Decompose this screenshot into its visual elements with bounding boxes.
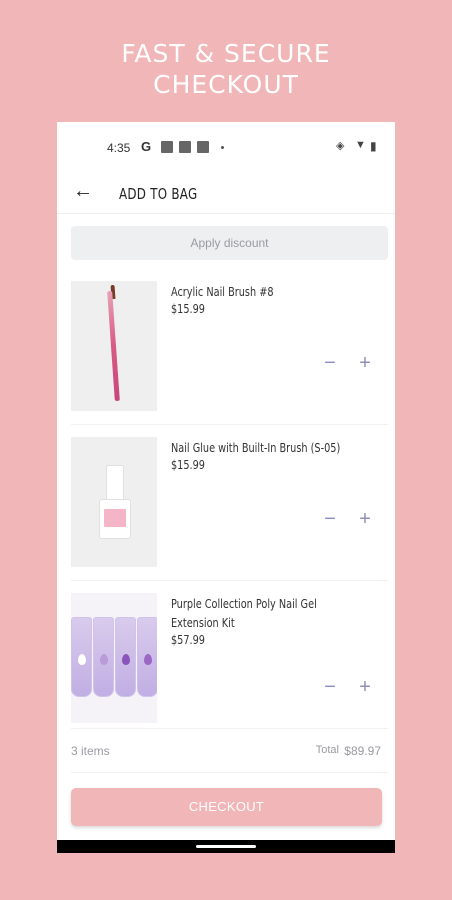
notification-icon (179, 141, 191, 153)
cart-item: Purple Collection Poly Nail Gel Extensio… (71, 593, 388, 723)
product-price: $15.99 (171, 302, 205, 316)
apply-discount-button[interactable]: Apply discount (71, 226, 388, 260)
promo-headline: FAST & SECURE CHECKOUT (0, 38, 452, 100)
promo-line-2: CHECKOUT (153, 70, 299, 99)
more-notifications-dot-icon (221, 146, 224, 149)
product-name: Nail Glue with Built-In Brush (S-05) (171, 441, 341, 455)
checkout-button[interactable]: CHECKOUT (71, 788, 382, 826)
tube-shape (71, 617, 92, 697)
divider (71, 580, 388, 581)
divider (71, 728, 388, 729)
item-count: 3 items (71, 744, 110, 758)
page-title: ADD TO BAG (119, 185, 198, 203)
plus-icon[interactable]: + (356, 353, 374, 373)
cart-item: Nail Glue with Built-In Brush (S-05) $15… (71, 437, 388, 567)
status-bar: 4:35 G ◈ ▼ ▮ (57, 122, 395, 172)
product-name: Purple Collection Poly Nail Gel Extensio… (171, 597, 317, 630)
product-image (71, 281, 157, 411)
product-price: $15.99 (171, 458, 205, 472)
minus-icon[interactable]: − (321, 353, 339, 373)
status-time: 4:35 (107, 141, 131, 155)
drop-shape (122, 654, 130, 665)
product-image (71, 437, 157, 567)
glue-cap-shape (106, 465, 124, 501)
minus-icon[interactable]: − (321, 509, 339, 529)
total-value: $89.97 (344, 744, 381, 758)
tube-shape (137, 617, 157, 697)
tube-shape (115, 617, 136, 697)
data-saver-icon: ◈ (336, 140, 345, 152)
drop-shape (78, 654, 86, 665)
phone-screen: 4:35 G ◈ ▼ ▮ ← ADD TO BAG Apply discount… (57, 122, 395, 853)
home-pill-handle[interactable] (196, 845, 256, 848)
battery-icon: ▮ (370, 139, 377, 153)
wifi-icon: ▼ (355, 139, 366, 151)
tube-shape (93, 617, 114, 697)
notification-icon (161, 141, 173, 153)
drop-shape (144, 654, 152, 665)
promo-line-1: FAST & SECURE (121, 39, 331, 68)
total-label: Total (315, 744, 339, 756)
app-bar: ← ADD TO BAG (57, 172, 395, 214)
glue-label-shape (104, 509, 126, 527)
plus-icon[interactable]: + (356, 677, 374, 697)
system-nav-bar (57, 840, 395, 853)
notification-icon (197, 141, 209, 153)
arrow-left-icon[interactable]: ← (73, 180, 93, 203)
brush-handle-shape (107, 290, 120, 402)
divider (71, 772, 388, 773)
google-icon: G (141, 139, 152, 154)
product-name: Acrylic Nail Brush #8 (171, 285, 274, 299)
cart-summary: 3 items Total $89.97 (71, 744, 381, 764)
minus-icon[interactable]: − (321, 677, 339, 697)
product-image (71, 593, 157, 723)
divider (71, 424, 388, 425)
plus-icon[interactable]: + (356, 509, 374, 529)
cart-item: Acrylic Nail Brush #8 $15.99 − + (71, 281, 388, 411)
product-price: $57.99 (171, 633, 205, 647)
drop-shape (100, 654, 108, 665)
